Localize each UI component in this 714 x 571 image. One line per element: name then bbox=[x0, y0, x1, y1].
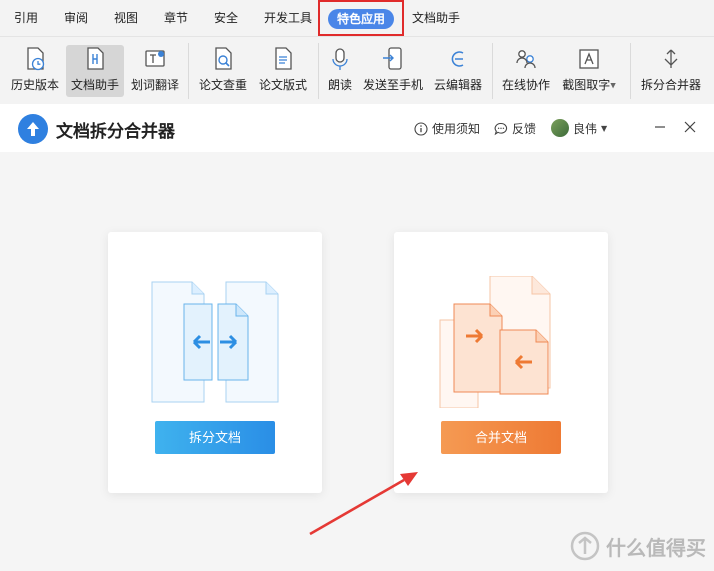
ribbon-divider bbox=[188, 43, 189, 99]
cloud-editor-button[interactable]: 云编辑器 bbox=[430, 45, 486, 97]
app-title: 文档拆分合并器 bbox=[56, 122, 175, 142]
read-aloud-button[interactable]: 朗读 bbox=[323, 45, 357, 97]
send-to-phone-icon bbox=[383, 47, 402, 70]
screenshot-text-icon bbox=[579, 49, 599, 69]
feedback-link[interactable]: 反馈 bbox=[494, 120, 536, 137]
window-titlebar: 文档拆分合并器 使用须知 反馈 良伟 ▼ bbox=[0, 104, 714, 152]
paper-check-icon bbox=[215, 47, 232, 70]
usage-notes-label: 使用须知 bbox=[432, 122, 481, 136]
split-document-card[interactable]: 拆分文档 bbox=[108, 232, 322, 493]
menu-tab-review[interactable]: 审阅 bbox=[64, 9, 88, 26]
split-merge-icon bbox=[664, 49, 678, 68]
screenshot-ocr-button[interactable]: 截图取字▼ bbox=[558, 45, 620, 97]
menu-tab-developer-tools[interactable]: 开发工具 bbox=[264, 9, 312, 26]
history-version-button[interactable]: 历史版本 bbox=[6, 45, 64, 97]
merge-document-button[interactable]: 合并文档 bbox=[441, 421, 561, 454]
cloud-editor-icon bbox=[451, 51, 464, 67]
doc-assistant-icon bbox=[87, 47, 104, 70]
chevron-down-icon: ▼ bbox=[601, 123, 608, 133]
split-document-illustration bbox=[151, 281, 279, 403]
close-icon[interactable] bbox=[682, 119, 698, 135]
word-translate-label: 划词翻译 bbox=[130, 78, 179, 92]
paper-check-label: 论文查重 bbox=[198, 78, 247, 92]
word-translate-button[interactable]: 划词翻译 bbox=[128, 45, 182, 97]
split-merge-window: 文档拆分合并器 使用须知 反馈 良伟 ▼ 拆分文档 合并文档 什么值得买 bbox=[0, 104, 714, 571]
feedback-label: 反馈 bbox=[512, 122, 537, 136]
watermark-logo-icon bbox=[570, 531, 600, 561]
user-menu[interactable]: 良伟 ▼ bbox=[551, 119, 607, 137]
doc-assistant-button[interactable]: 文档助手 bbox=[66, 45, 124, 97]
menu-tab-doc-assistant[interactable]: 文档助手 bbox=[412, 9, 460, 26]
menu-bar: 引用 审阅 视图 章节 安全 开发工具 特色应用 文档助手 bbox=[0, 0, 714, 36]
screenshot-ocr-label: 截图取字▼ bbox=[562, 78, 616, 92]
cloud-editor-label: 云编辑器 bbox=[433, 78, 482, 92]
paper-format-icon bbox=[275, 47, 292, 70]
doc-assistant-label: 文档助手 bbox=[70, 78, 119, 92]
history-version-label: 历史版本 bbox=[10, 78, 59, 92]
read-aloud-label: 朗读 bbox=[327, 78, 352, 92]
paper-check-button[interactable]: 论文查重 bbox=[194, 45, 252, 97]
ribbon-divider bbox=[630, 43, 631, 99]
ribbon-divider bbox=[318, 43, 319, 99]
merge-document-card[interactable]: 合并文档 bbox=[394, 232, 608, 493]
minimize-icon[interactable] bbox=[652, 119, 668, 135]
send-to-phone-label: 发送至手机 bbox=[362, 78, 423, 92]
collaboration-icon bbox=[516, 50, 536, 69]
watermark-text: 什么值得买 bbox=[606, 535, 706, 560]
menu-tab-view[interactable]: 视图 bbox=[114, 9, 138, 26]
translate-icon bbox=[145, 50, 165, 67]
online-collab-label: 在线协作 bbox=[501, 78, 550, 92]
app-logo-icon bbox=[18, 114, 48, 144]
split-merge-button[interactable]: 拆分合并器 bbox=[638, 45, 704, 97]
ribbon-toolbar: 历史版本 文档助手 划词翻译 论文查重 论文版式 朗读 发送至手机 云编辑器 在… bbox=[0, 36, 714, 102]
send-to-phone-button[interactable]: 发送至手机 bbox=[360, 45, 426, 97]
menu-tab-highlight-box: 特色应用 bbox=[318, 0, 404, 36]
menu-tab-special-apps[interactable]: 特色应用 bbox=[328, 9, 394, 29]
history-doc-icon bbox=[27, 47, 45, 71]
watermark: 什么值得买 bbox=[570, 531, 706, 561]
avatar bbox=[551, 119, 569, 137]
paper-format-button[interactable]: 论文版式 bbox=[254, 45, 312, 97]
online-collab-button[interactable]: 在线协作 bbox=[498, 45, 554, 97]
split-merge-label: 拆分合并器 bbox=[640, 78, 701, 92]
menu-tab-references[interactable]: 引用 bbox=[14, 9, 38, 26]
feedback-bubble-icon bbox=[494, 122, 508, 135]
usage-notes-link[interactable]: 使用须知 bbox=[414, 120, 480, 137]
menu-tab-security[interactable]: 安全 bbox=[214, 9, 238, 26]
menu-tab-section[interactable]: 章节 bbox=[164, 9, 188, 26]
dropdown-caret-icon: ▼ bbox=[610, 81, 616, 90]
info-icon bbox=[414, 121, 428, 136]
merge-document-illustration bbox=[439, 276, 551, 408]
split-document-button[interactable]: 拆分文档 bbox=[155, 421, 275, 454]
user-name: 良伟 bbox=[573, 121, 598, 136]
microphone-icon bbox=[332, 48, 348, 70]
ribbon-divider bbox=[492, 43, 493, 99]
paper-format-label: 论文版式 bbox=[258, 78, 307, 92]
